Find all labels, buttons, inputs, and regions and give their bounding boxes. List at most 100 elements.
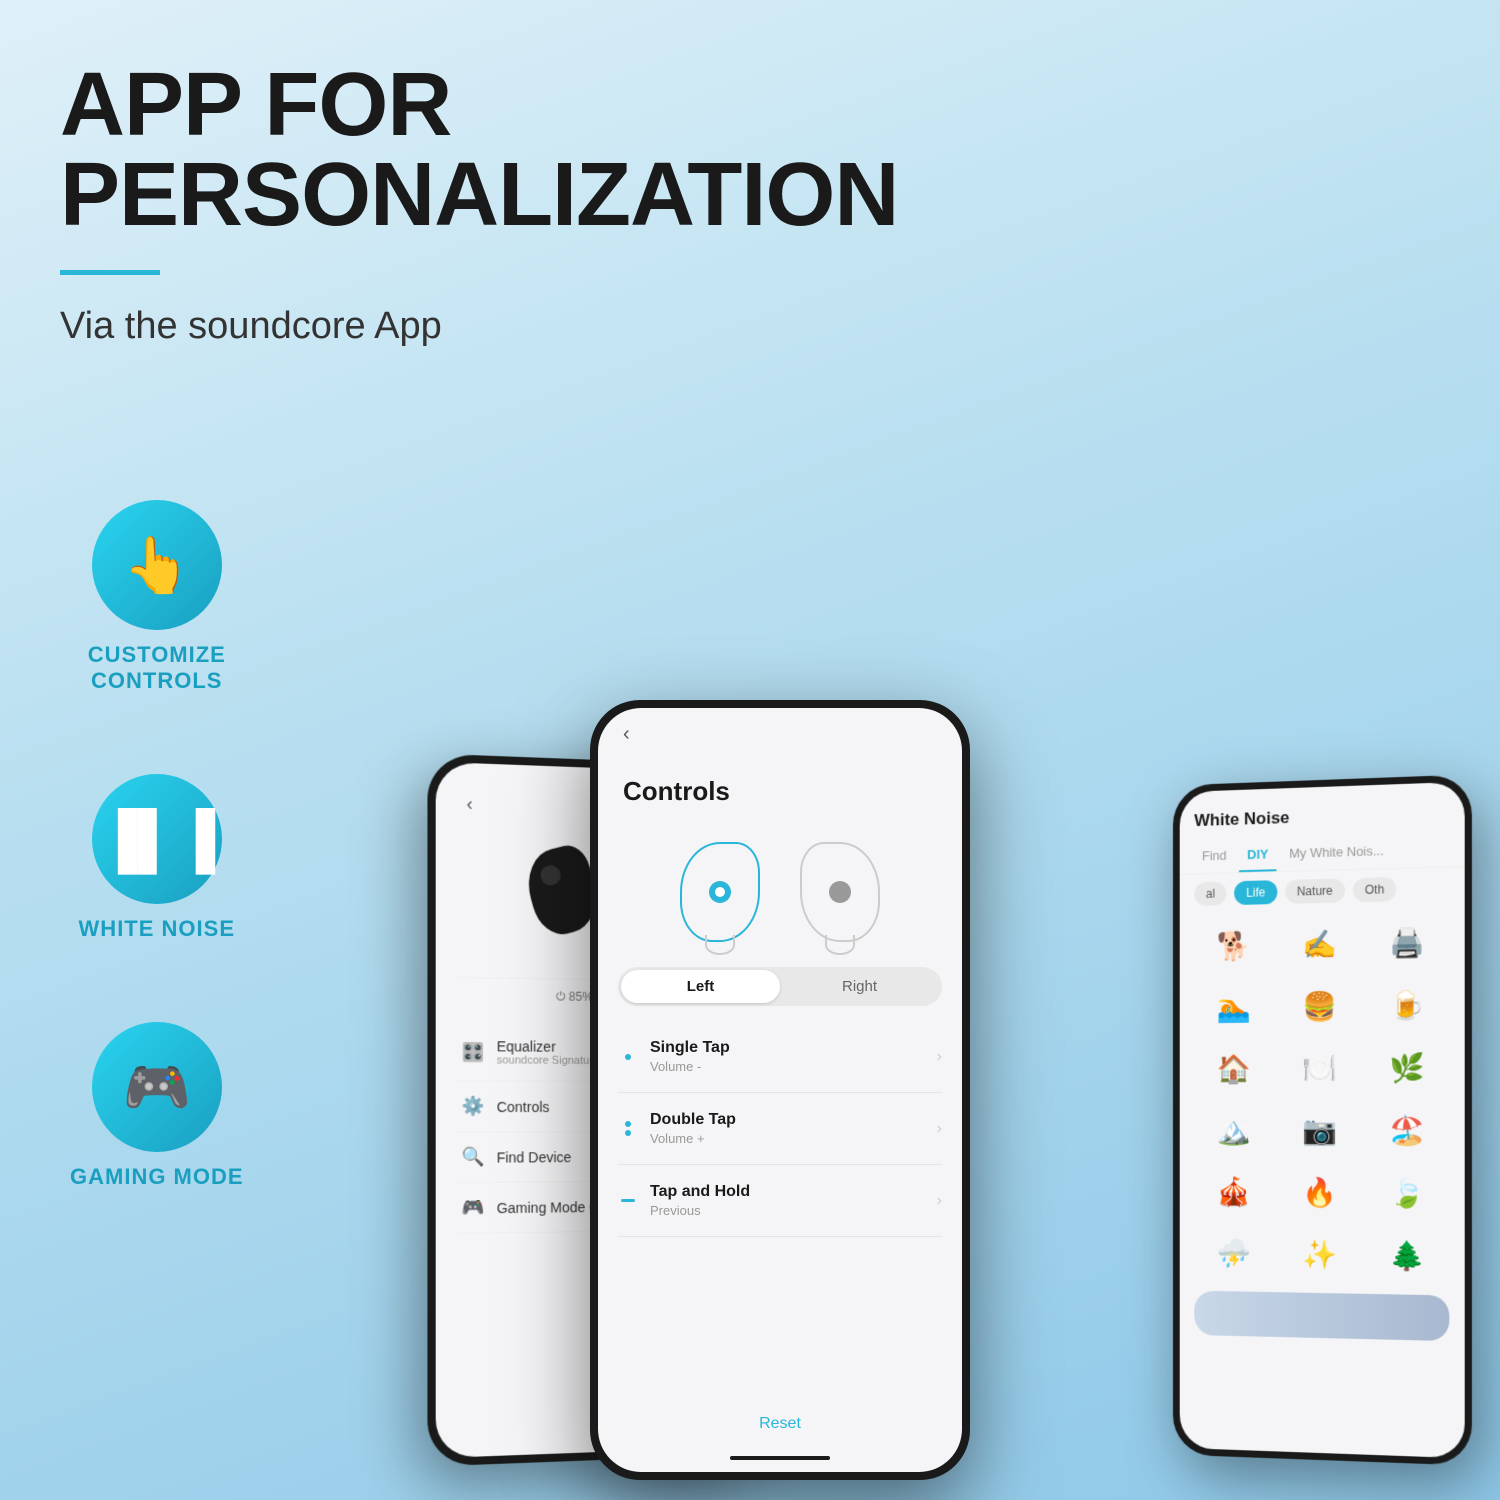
controls-title: Controls xyxy=(598,746,962,817)
wn-item-write[interactable]: ✍️ xyxy=(1279,915,1361,974)
controls-label: Controls xyxy=(497,1098,550,1114)
phone-center-screen: ‹ Controls xyxy=(598,708,962,1472)
tab-left[interactable]: Left xyxy=(621,970,780,1003)
subtitle: Via the soundcore App xyxy=(60,305,898,348)
title-line1: APP FOR xyxy=(60,55,451,155)
gaming-mode-circle: 🎮 xyxy=(92,1022,222,1152)
gamepad-icon: 🎮 xyxy=(123,1055,191,1120)
double-tap-sub: Volume + xyxy=(650,1131,925,1146)
wn-item-plant[interactable]: 🌿 xyxy=(1366,1039,1449,1097)
double-tap-text: Double Tap Volume + xyxy=(650,1111,925,1146)
wn-item-drink[interactable]: 🍺 xyxy=(1366,976,1449,1035)
phone-right: White Noise Find DIY My White Nois... al… xyxy=(1173,774,1472,1465)
festival-icon: 🎪 xyxy=(1217,1175,1251,1208)
swim-icon: 🏊 xyxy=(1217,991,1251,1024)
wn-item-forest[interactable]: 🌲 xyxy=(1366,1227,1449,1286)
tap-hold-label: Tap and Hold xyxy=(650,1183,925,1201)
tab-right[interactable]: Right xyxy=(780,970,939,1003)
white-noise-header: White Noise xyxy=(1180,782,1465,842)
feature-customize-controls: 👆 CUSTOMIZECONTROLS xyxy=(70,500,244,694)
wn-item-storm[interactable]: ⛈️ xyxy=(1194,1225,1274,1283)
home-indicator xyxy=(730,1456,830,1460)
gaming-mode-menu-label: Gaming Mode ⓘ xyxy=(497,1196,604,1217)
gaming-mode-menu-icon: 🎮 xyxy=(461,1197,484,1219)
header-section: APP FOR PERSONALIZATION Via the soundcor… xyxy=(60,60,898,348)
drink-icon: 🍺 xyxy=(1390,989,1425,1023)
wn-item-home[interactable]: 🏠 xyxy=(1194,1040,1274,1097)
controls-list: Single Tap Volume - › Double Tap Volume … xyxy=(598,1016,962,1400)
ctrl-item-double-tap[interactable]: Double Tap Volume + › xyxy=(618,1093,942,1165)
features-section: 👆 CUSTOMIZECONTROLS ▐▌▐ WHITE NOISE 🎮 GA… xyxy=(70,500,244,1190)
tap-hold-indicator xyxy=(618,1199,638,1202)
ctrl-item-tap-hold[interactable]: Tap and Hold Previous › xyxy=(618,1165,942,1237)
white-noise-grid: 🐕 ✍️ 🖨️ 🏊 🍔 🍺 🏠 🍽️ 🌿 🏔️ 📷 🏖️ 🎪 🔥 🍃 ⛈️ ✨ … xyxy=(1180,908,1465,1291)
title-line2: PERSONALIZATION xyxy=(60,145,898,245)
wn-tab-my[interactable]: My White Nois... xyxy=(1281,835,1392,871)
wn-tab-find[interactable]: Find xyxy=(1194,840,1234,874)
mountain-icon: 🏔️ xyxy=(1217,1114,1251,1147)
white-noise-player-bar xyxy=(1194,1291,1449,1341)
food-icon: 🍽️ xyxy=(1303,1052,1338,1085)
wn-item-dog[interactable]: 🐕 xyxy=(1194,917,1274,975)
print-icon: 🖨️ xyxy=(1390,926,1425,960)
wn-item-swim[interactable]: 🏊 xyxy=(1194,979,1274,1036)
wn-tab-diy[interactable]: DIY xyxy=(1239,838,1276,872)
wn-subtab-other[interactable]: Oth xyxy=(1353,877,1397,902)
hold-dash xyxy=(621,1199,635,1202)
wn-item-burger[interactable]: 🍔 xyxy=(1279,977,1361,1035)
burger-icon: 🍔 xyxy=(1303,990,1338,1023)
wn-item-mountain[interactable]: 🏔️ xyxy=(1194,1102,1274,1159)
phones-container: ‹ xyxy=(400,400,1500,1500)
reset-button[interactable]: Reset xyxy=(598,1400,962,1448)
find-device-icon: 🔍 xyxy=(461,1146,484,1167)
single-dot xyxy=(625,1054,631,1060)
home-icon: 🏠 xyxy=(1217,1053,1251,1086)
page-title: APP FOR PERSONALIZATION xyxy=(60,60,898,240)
single-tap-label: Single Tap xyxy=(650,1039,925,1057)
tap-hold-text: Tap and Hold Previous xyxy=(650,1183,925,1218)
controls-menu-icon: ⚙️ xyxy=(461,1096,484,1117)
ctrl-item-single-tap[interactable]: Single Tap Volume - › xyxy=(618,1021,942,1093)
single-tap-arrow: › xyxy=(937,1048,942,1066)
white-noise-subtabs: al Life Nature Oth xyxy=(1180,867,1465,914)
battery-left: ⏻ 85% xyxy=(556,989,593,1004)
phone-right-screen: White Noise Find DIY My White Nois... al… xyxy=(1180,782,1465,1459)
dog-icon: 🐕 xyxy=(1217,929,1251,962)
wn-item-festival[interactable]: 🎪 xyxy=(1194,1163,1274,1220)
leaves-icon: 🍃 xyxy=(1390,1176,1425,1210)
customize-controls-label: CUSTOMIZECONTROLS xyxy=(88,642,226,694)
touch-icon: 👆 xyxy=(123,533,191,598)
wn-item-print[interactable]: 🖨️ xyxy=(1366,913,1449,972)
wn-item-photo[interactable]: 📷 xyxy=(1279,1102,1361,1159)
wn-item-sparkle[interactable]: ✨ xyxy=(1279,1226,1361,1284)
wn-subtab-nature[interactable]: Nature xyxy=(1285,878,1345,903)
storm-icon: ⛈️ xyxy=(1217,1237,1251,1270)
wn-item-leaves[interactable]: 🍃 xyxy=(1366,1164,1449,1222)
earbuds-controls-illustration xyxy=(598,817,962,957)
plant-icon: 🌿 xyxy=(1390,1051,1425,1085)
gaming-mode-label: GAMING MODE xyxy=(70,1164,244,1190)
equalizer-label: Equalizer xyxy=(497,1038,599,1055)
find-device-label: Find Device xyxy=(497,1149,572,1165)
equalizer-icon: ▐▌▐ xyxy=(98,807,215,871)
right-earbud-illustration xyxy=(795,837,885,947)
white-noise-circle: ▐▌▐ xyxy=(92,774,222,904)
feature-gaming-mode: 🎮 GAMING MODE xyxy=(70,1022,244,1190)
feature-white-noise: ▐▌▐ WHITE NOISE xyxy=(70,774,244,942)
wn-item-fire[interactable]: 🔥 xyxy=(1279,1164,1361,1222)
wn-item-beach[interactable]: 🏖️ xyxy=(1366,1102,1449,1160)
equalizer-menu-icon: 🎛️ xyxy=(461,1041,484,1062)
double-tap-label: Double Tap xyxy=(650,1111,925,1129)
photo-icon: 📷 xyxy=(1303,1114,1338,1147)
controls-back-nav[interactable]: ‹ xyxy=(598,708,962,746)
wn-item-food[interactable]: 🍽️ xyxy=(1279,1040,1361,1097)
left-earbud-illustration xyxy=(675,837,765,947)
double-tap-indicator xyxy=(618,1121,638,1136)
phone-center: ‹ Controls xyxy=(590,700,970,1480)
fire-icon: 🔥 xyxy=(1303,1176,1338,1209)
beach-icon: 🏖️ xyxy=(1390,1114,1425,1147)
sparkle-icon: ✨ xyxy=(1303,1238,1338,1272)
wn-subtab-all[interactable]: al xyxy=(1194,881,1226,906)
left-right-tabs: Left Right xyxy=(618,967,942,1006)
wn-subtab-life[interactable]: Life xyxy=(1234,880,1277,905)
